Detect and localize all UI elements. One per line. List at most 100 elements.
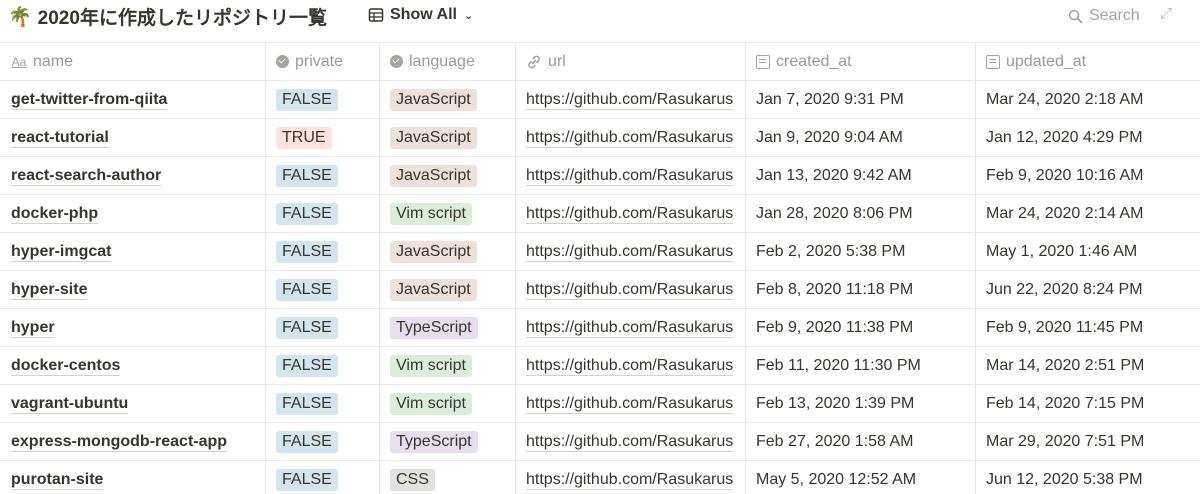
column-header-language[interactable]: language <box>380 43 516 80</box>
cell-updated-at[interactable]: Feb 9, 2020 10:16 AM <box>976 157 1200 194</box>
repository-name[interactable]: vagrant-ubuntu <box>11 394 129 414</box>
repository-url-link[interactable]: https://github.com/Rasukarus <box>526 470 734 490</box>
cell-name[interactable]: docker-centos <box>0 347 266 384</box>
cell-name[interactable]: get-twitter-from-qiita <box>0 81 266 118</box>
repository-name[interactable]: hyper-site <box>11 280 88 300</box>
cell-updated-at[interactable]: Mar 24, 2020 2:14 AM <box>976 195 1200 232</box>
cell-language[interactable]: Vim script <box>380 195 516 232</box>
table-row[interactable]: hyper-imgcat FALSE JavaScript https://githu… <box>0 233 1200 271</box>
table-row[interactable]: react-tutorial TRUE JavaScript https://gith… <box>0 119 1200 157</box>
cell-private[interactable]: FALSE <box>266 81 380 118</box>
cell-created-at[interactable]: Feb 8, 2020 11:18 PM <box>746 271 976 308</box>
cell-created-at[interactable]: Feb 9, 2020 11:38 PM <box>746 309 976 346</box>
cell-created-at[interactable]: Jan 7, 2020 9:31 PM <box>746 81 976 118</box>
cell-private[interactable]: FALSE <box>266 461 380 494</box>
cell-updated-at[interactable]: Jun 22, 2020 8:24 PM <box>976 271 1200 308</box>
repository-name[interactable]: purotan-site <box>11 470 104 490</box>
cell-language[interactable]: Vim script <box>380 347 516 384</box>
cell-created-at[interactable]: Feb 13, 2020 1:39 PM <box>746 385 976 422</box>
column-header-updated-at[interactable]: updated_at <box>976 43 1200 80</box>
repository-name[interactable]: hyper-imgcat <box>11 242 112 262</box>
cell-name[interactable]: hyper-imgcat <box>0 233 266 270</box>
cell-private[interactable]: TRUE <box>266 119 380 156</box>
column-header-private[interactable]: private <box>266 43 380 80</box>
repository-name[interactable]: react-tutorial <box>11 128 109 148</box>
table-row[interactable]: purotan-site FALSE CSS https://github.com/R… <box>0 461 1200 494</box>
repository-url-link[interactable]: https://github.com/Rasukarus <box>526 318 734 338</box>
cell-updated-at[interactable]: Feb 14, 2020 7:15 PM <box>976 385 1200 422</box>
cell-url[interactable]: https://github.com/Rasukarus <box>516 461 746 494</box>
cell-url[interactable]: https://github.com/Rasukarus <box>516 233 746 270</box>
cell-name[interactable]: hyper <box>0 309 266 346</box>
search-button[interactable]: Search <box>1068 7 1140 25</box>
cell-language[interactable]: JavaScript <box>380 119 516 156</box>
cell-language[interactable]: JavaScript <box>380 233 516 270</box>
cell-url[interactable]: https://github.com/Rasukarus <box>516 119 746 156</box>
cell-private[interactable]: FALSE <box>266 347 380 384</box>
column-header-url[interactable]: url <box>516 43 746 80</box>
cell-private[interactable]: FALSE <box>266 233 380 270</box>
repository-name[interactable]: hyper <box>11 318 55 338</box>
table-row[interactable]: hyper FALSE TypeScript https://github.com/R… <box>0 309 1200 347</box>
repository-url-link[interactable]: https://github.com/Rasukarus <box>526 356 734 376</box>
repository-url-link[interactable]: https://github.com/Rasukarus <box>526 432 734 452</box>
repository-name[interactable]: docker-centos <box>11 356 121 376</box>
cell-url[interactable]: https://github.com/Rasukarus <box>516 81 746 118</box>
cell-language[interactable]: Vim script <box>380 385 516 422</box>
cell-name[interactable]: react-search-author <box>0 157 266 194</box>
cell-url[interactable]: https://github.com/Rasukarus <box>516 347 746 384</box>
cell-private[interactable]: FALSE <box>266 385 380 422</box>
repository-name[interactable]: express-mongodb-react-app <box>11 432 228 452</box>
table-row[interactable]: get-twitter-from-qiita FALSE JavaScript htt… <box>0 81 1200 119</box>
cell-language[interactable]: CSS <box>380 461 516 494</box>
cell-language[interactable]: JavaScript <box>380 81 516 118</box>
view-switcher-button[interactable]: Show All ⌄ <box>368 6 473 24</box>
cell-updated-at[interactable]: May 1, 2020 1:46 AM <box>976 233 1200 270</box>
cell-updated-at[interactable]: Mar 24, 2020 2:18 AM <box>976 81 1200 118</box>
cell-private[interactable]: FALSE <box>266 309 380 346</box>
repository-name[interactable]: react-search-author <box>11 166 162 186</box>
repository-name[interactable]: docker-php <box>11 204 99 224</box>
cell-updated-at[interactable]: Mar 14, 2020 2:51 PM <box>976 347 1200 384</box>
repository-url-link[interactable]: https://github.com/Rasukarus <box>526 128 734 148</box>
repository-url-link[interactable]: https://github.com/Rasukarus <box>526 280 734 300</box>
cell-updated-at[interactable]: Feb 9, 2020 11:45 PM <box>976 309 1200 346</box>
repository-url-link[interactable]: https://github.com/Rasukarus <box>526 90 734 110</box>
repository-url-link[interactable]: https://github.com/Rasukarus <box>526 242 734 262</box>
cell-created-at[interactable]: Jan 13, 2020 9:42 AM <box>746 157 976 194</box>
cell-updated-at[interactable]: Mar 29, 2020 7:51 PM <box>976 423 1200 460</box>
cell-name[interactable]: vagrant-ubuntu <box>0 385 266 422</box>
cell-language[interactable]: JavaScript <box>380 271 516 308</box>
cell-url[interactable]: https://github.com/Rasukarus <box>516 309 746 346</box>
cell-updated-at[interactable]: Jun 12, 2020 5:38 PM <box>976 461 1200 494</box>
cell-created-at[interactable]: Feb 11, 2020 11:30 PM <box>746 347 976 384</box>
cell-private[interactable]: FALSE <box>266 195 380 232</box>
cell-created-at[interactable]: Feb 2, 2020 5:38 PM <box>746 233 976 270</box>
repository-name[interactable]: get-twitter-from-qiita <box>11 90 168 110</box>
table-row[interactable]: vagrant-ubuntu FALSE Vim script https://git… <box>0 385 1200 423</box>
table-row[interactable]: docker-centos FALSE Vim script https://gith… <box>0 347 1200 385</box>
table-row[interactable]: react-search-author FALSE JavaScript https:… <box>0 157 1200 195</box>
cell-url[interactable]: https://github.com/Rasukarus <box>516 195 746 232</box>
cell-language[interactable]: JavaScript <box>380 157 516 194</box>
cell-name[interactable]: docker-php <box>0 195 266 232</box>
table-row[interactable]: docker-php FALSE Vim script https://github.… <box>0 195 1200 233</box>
cell-created-at[interactable]: May 5, 2020 12:52 AM <box>746 461 976 494</box>
repository-url-link[interactable]: https://github.com/Rasukarus <box>526 394 734 414</box>
column-header-name[interactable]: Aa name <box>0 43 266 80</box>
table-row[interactable]: hyper-site FALSE JavaScript https://github.… <box>0 271 1200 309</box>
cell-private[interactable]: FALSE <box>266 423 380 460</box>
column-header-created-at[interactable]: created_at <box>746 43 976 80</box>
database-title[interactable]: 🌴 2020年に作成したリポジトリ一覧 <box>8 3 327 30</box>
cell-url[interactable]: https://github.com/Rasukarus <box>516 385 746 422</box>
cell-created-at[interactable]: Jan 28, 2020 8:06 PM <box>746 195 976 232</box>
cell-name[interactable]: react-tutorial <box>0 119 266 156</box>
repository-url-link[interactable]: https://github.com/Rasukarus <box>526 204 734 224</box>
cell-name[interactable]: purotan-site <box>0 461 266 494</box>
cell-url[interactable]: https://github.com/Rasukarus <box>516 423 746 460</box>
cell-created-at[interactable]: Jan 9, 2020 9:04 AM <box>746 119 976 156</box>
cell-updated-at[interactable]: Jan 12, 2020 4:29 PM <box>976 119 1200 156</box>
cell-language[interactable]: TypeScript <box>380 309 516 346</box>
table-row[interactable]: express-mongodb-react-app FALSE TypeScript… <box>0 423 1200 461</box>
repository-url-link[interactable]: https://github.com/Rasukarus <box>526 166 734 186</box>
